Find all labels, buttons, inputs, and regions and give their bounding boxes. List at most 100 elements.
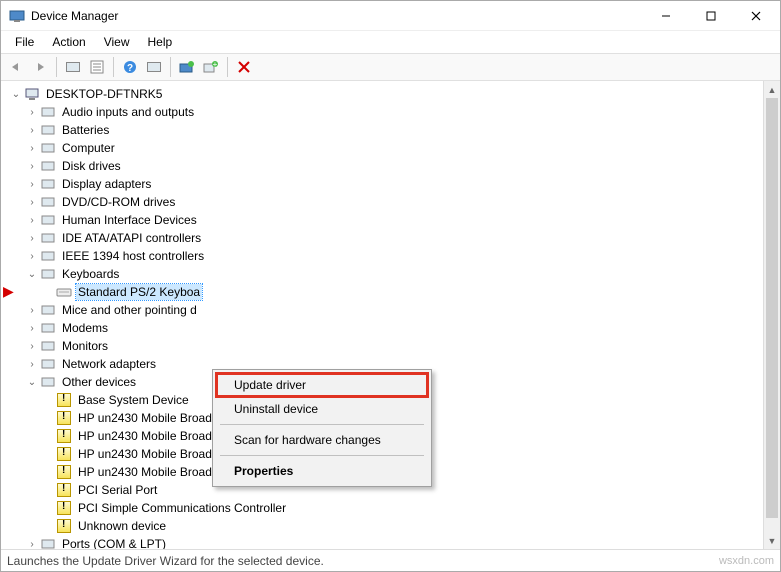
close-button[interactable]: [733, 1, 778, 30]
tree-node-label[interactable]: Network adapters: [60, 356, 158, 372]
warning-icon: [56, 482, 72, 498]
tree-category[interactable]: › Ports (COM & LPT): [5, 535, 763, 549]
expand-icon[interactable]: ›: [25, 179, 39, 190]
tree-category[interactable]: › IDE ATA/ATAPI controllers: [5, 229, 763, 247]
menu-view[interactable]: View: [96, 33, 138, 51]
collapse-icon[interactable]: ⌄: [9, 89, 23, 100]
tree-category[interactable]: ⌄ Keyboards: [5, 265, 763, 283]
expand-icon[interactable]: ›: [25, 251, 39, 262]
svg-text:?: ?: [127, 63, 133, 74]
tree-root[interactable]: ⌄ DESKTOP-DFTNRK5: [5, 85, 763, 103]
tree-node-label[interactable]: Display adapters: [60, 176, 153, 192]
tree-category[interactable]: › IEEE 1394 host controllers: [5, 247, 763, 265]
window-title: Device Manager: [31, 9, 643, 23]
tree-node-label[interactable]: Base System Device: [76, 392, 191, 408]
tree-node-label[interactable]: Batteries: [60, 122, 111, 138]
annotation-arrow-icon: ▶: [3, 283, 14, 300]
maximize-button[interactable]: [688, 1, 733, 30]
expand-icon[interactable]: ›: [25, 233, 39, 244]
context-separator: [220, 455, 424, 456]
tree-node-label[interactable]: DVD/CD-ROM drives: [60, 194, 177, 210]
expand-icon[interactable]: ›: [25, 161, 39, 172]
expand-icon[interactable]: ›: [25, 323, 39, 334]
tree-category[interactable]: › Modems: [5, 319, 763, 337]
warning-icon: [56, 428, 72, 444]
toolbar-separator: [56, 57, 57, 77]
tree-node-label[interactable]: Ports (COM & LPT): [60, 536, 168, 549]
expand-icon[interactable]: ›: [25, 125, 39, 136]
category-icon: [40, 212, 56, 228]
tree-node-label[interactable]: IEEE 1394 host controllers: [60, 248, 206, 264]
update-driver-button[interactable]: [176, 56, 198, 78]
tree-node-label[interactable]: Monitors: [60, 338, 110, 354]
show-hide-console-tree-button[interactable]: [62, 56, 84, 78]
tree-node-label[interactable]: Mice and other pointing d: [60, 302, 199, 318]
expand-icon[interactable]: ›: [25, 107, 39, 118]
menu-action[interactable]: Action: [44, 33, 93, 51]
tree-node-label[interactable]: Modems: [60, 320, 110, 336]
tree-category[interactable]: › Audio inputs and outputs: [5, 103, 763, 121]
warning-icon: [56, 500, 72, 516]
context-uninstall-device[interactable]: Uninstall device: [216, 397, 428, 421]
context-properties[interactable]: Properties: [216, 459, 428, 483]
expand-icon[interactable]: ›: [25, 143, 39, 154]
tree-device-keyboard[interactable]: ▶ Standard PS/2 Keyboa: [5, 283, 763, 301]
tree-node-label[interactable]: PCI Simple Communications Controller: [76, 500, 288, 516]
scan-hardware-button[interactable]: +: [200, 56, 222, 78]
menu-file[interactable]: File: [7, 33, 42, 51]
tree-node-label[interactable]: Human Interface Devices: [60, 212, 199, 228]
expand-icon[interactable]: ›: [25, 341, 39, 352]
tree-node-label[interactable]: Computer: [60, 140, 117, 156]
uninstall-button[interactable]: [233, 56, 255, 78]
expand-icon[interactable]: ›: [25, 305, 39, 316]
tree-category[interactable]: › Mice and other pointing d: [5, 301, 763, 319]
tree-category[interactable]: › DVD/CD-ROM drives: [5, 193, 763, 211]
tree-node-label[interactable]: DESKTOP-DFTNRK5: [44, 86, 164, 102]
expand-icon[interactable]: ›: [25, 359, 39, 370]
collapse-icon[interactable]: ⌄: [25, 269, 39, 280]
view-button[interactable]: [143, 56, 165, 78]
tree-device-other[interactable]: Unknown device: [5, 517, 763, 535]
tree-node-label[interactable]: Keyboards: [60, 266, 121, 282]
warning-icon: [56, 518, 72, 534]
expand-icon[interactable]: ›: [25, 215, 39, 226]
tree-category[interactable]: › Display adapters: [5, 175, 763, 193]
properties-button[interactable]: [86, 56, 108, 78]
category-icon: [40, 176, 56, 192]
category-icon: [40, 266, 56, 282]
tree-node-label[interactable]: Other devices: [60, 374, 138, 390]
scroll-down-arrow[interactable]: ▼: [764, 532, 780, 549]
context-separator: [220, 424, 424, 425]
expand-icon[interactable]: ›: [25, 197, 39, 208]
collapse-icon[interactable]: ⌄: [25, 377, 39, 388]
tree-category[interactable]: › Disk drives: [5, 157, 763, 175]
tree-category[interactable]: › Computer: [5, 139, 763, 157]
forward-button[interactable]: [29, 56, 51, 78]
category-icon: [40, 374, 56, 390]
menu-help[interactable]: Help: [140, 33, 181, 51]
context-scan-hardware[interactable]: Scan for hardware changes: [216, 428, 428, 452]
tree-node-label[interactable]: Audio inputs and outputs: [60, 104, 196, 120]
status-text: Launches the Update Driver Wizard for th…: [7, 554, 324, 568]
expand-icon[interactable]: ›: [25, 539, 39, 550]
tree-category[interactable]: › Monitors: [5, 337, 763, 355]
scroll-up-arrow[interactable]: ▲: [764, 81, 780, 98]
tree-node-label[interactable]: PCI Serial Port: [76, 482, 159, 498]
context-update-driver[interactable]: Update driver: [216, 373, 428, 397]
category-icon: [40, 248, 56, 264]
tree-category[interactable]: › Human Interface Devices: [5, 211, 763, 229]
back-button[interactable]: [5, 56, 27, 78]
tree-node-label[interactable]: Unknown device: [76, 518, 168, 534]
minimize-button[interactable]: [643, 1, 688, 30]
scroll-thumb[interactable]: [766, 98, 778, 518]
tree-node-label[interactable]: Standard PS/2 Keyboa: [76, 284, 202, 300]
toolbar-separator: [227, 57, 228, 77]
tree-node-label[interactable]: IDE ATA/ATAPI controllers: [60, 230, 203, 246]
vertical-scrollbar[interactable]: ▲ ▼: [763, 81, 780, 549]
category-icon: [40, 158, 56, 174]
tree-category[interactable]: › Batteries: [5, 121, 763, 139]
toolbar-separator: [113, 57, 114, 77]
tree-device-other[interactable]: PCI Simple Communications Controller: [5, 499, 763, 517]
help-button[interactable]: ?: [119, 56, 141, 78]
tree-node-label[interactable]: Disk drives: [60, 158, 123, 174]
